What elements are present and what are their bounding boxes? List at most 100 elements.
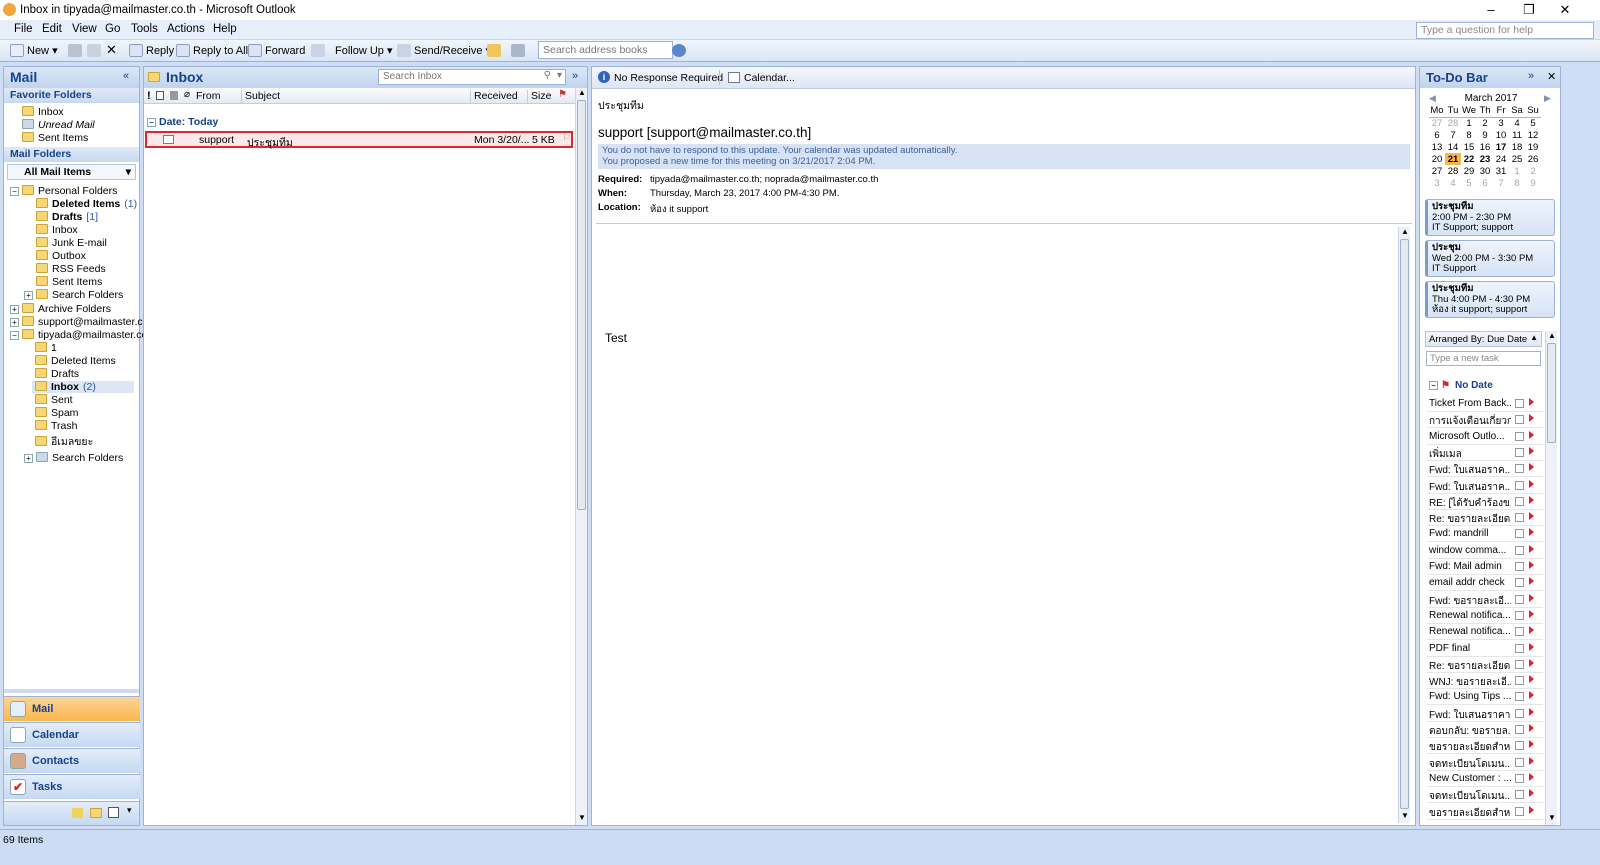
task-item[interactable]: Fwd: ใบเสนอราค... [1427, 478, 1543, 494]
message-row[interactable]: support ประชุมทีม Mon 3/20/... 5 KB ⚐ [145, 131, 573, 149]
scroll-up-icon[interactable]: ▲ [578, 88, 586, 97]
task-flag-icon[interactable] [1529, 495, 1534, 504]
expand-query-icon[interactable]: » [572, 70, 578, 82]
task-item[interactable]: ขอรายละเอียดสำห... [1427, 804, 1543, 820]
menu-edit[interactable]: Edit [42, 23, 62, 35]
task-flag-icon[interactable] [1529, 561, 1534, 569]
task-flag-icon[interactable] [1529, 577, 1534, 586]
tree-tipyada-folder[interactable]: Drafts [35, 368, 79, 380]
task-flag-icon[interactable] [1529, 740, 1534, 749]
task-item[interactable]: RE: [ได้รับคำร้องข... [1427, 494, 1543, 510]
restore-button[interactable]: ❐ [1514, 2, 1544, 18]
arranged-by-header[interactable]: Arranged By: Due Date ▲ [1425, 331, 1542, 347]
calendar-day[interactable]: 25 [1509, 153, 1525, 165]
no-response-required-button[interactable]: No Response Required [614, 72, 723, 84]
calendar-button[interactable]: Calendar... [744, 72, 795, 84]
calendar-day[interactable]: 8 [1461, 129, 1477, 141]
task-complete-checkbox[interactable] [1515, 399, 1524, 408]
task-item[interactable]: Renewal notifica... [1427, 608, 1543, 624]
calendar-day[interactable]: 5 [1525, 117, 1541, 129]
importance-column-icon[interactable]: ! [147, 90, 151, 102]
task-complete-checkbox[interactable] [1515, 773, 1524, 783]
calendar-day[interactable]: 24 [1493, 153, 1509, 165]
task-complete-checkbox[interactable] [1515, 562, 1524, 571]
calendar-day[interactable]: 28 [1445, 165, 1461, 177]
scroll-down-icon[interactable]: ▼ [578, 813, 586, 822]
calendar-day[interactable]: 13 [1429, 141, 1445, 153]
tree-support-account[interactable]: + support@mailmaster.co [10, 316, 148, 328]
mail-folders-header[interactable]: Mail Folders [4, 147, 139, 162]
categorize-button[interactable] [311, 44, 328, 57]
calendar-day[interactable]: 4 [1445, 177, 1461, 189]
address-book-search-input[interactable]: Search address books [538, 41, 673, 59]
calendar-day[interactable]: 28 [1445, 117, 1461, 129]
folder-list-icon[interactable] [90, 808, 102, 818]
size-column-header[interactable]: Size [527, 90, 551, 104]
new-task-input[interactable]: Type a new task [1426, 351, 1541, 366]
task-complete-checkbox[interactable] [1515, 757, 1524, 767]
task-flag-icon[interactable] [1529, 512, 1534, 521]
calendar-day[interactable]: 19 [1525, 141, 1541, 153]
menu-file[interactable]: File [14, 23, 33, 35]
task-flag-icon[interactable] [1529, 707, 1534, 716]
nav-button-mail[interactable]: Mail [4, 696, 140, 721]
tree-search-folders-2[interactable]: + Search Folders [24, 452, 123, 464]
print-button[interactable] [68, 44, 85, 57]
calendar-day[interactable]: 14 [1445, 141, 1461, 153]
task-complete-checkbox[interactable] [1515, 725, 1524, 734]
reminder-column-icon[interactable] [170, 91, 178, 100]
calendar-day[interactable]: 2 [1525, 165, 1541, 177]
task-complete-checkbox[interactable] [1515, 659, 1524, 669]
collapse-nav-icon[interactable]: « [123, 70, 129, 82]
favorite-unread-mail[interactable]: Unread Mail [22, 119, 95, 131]
task-item[interactable]: จดทะเบียนโดเมน... [1427, 755, 1543, 771]
calendar-day[interactable]: 29 [1461, 165, 1477, 177]
calendar-day[interactable]: 31 [1493, 165, 1509, 177]
task-flag-icon[interactable] [1529, 658, 1534, 667]
calendar-day[interactable]: 1 [1461, 117, 1477, 129]
task-complete-checkbox[interactable] [1515, 610, 1524, 620]
scroll-down-icon[interactable]: ▼ [1548, 813, 1556, 822]
help-button[interactable] [672, 44, 689, 57]
task-flag-icon[interactable] [1529, 463, 1534, 472]
task-item[interactable]: Re: ขอรายละเอียด... [1427, 657, 1543, 673]
follow-up-button[interactable]: Follow Up ▾ [335, 44, 392, 57]
calendar-day[interactable]: 20 [1429, 153, 1445, 165]
task-item[interactable]: window comma... [1427, 543, 1543, 559]
tree-personal-folders[interactable]: − Personal Folders [10, 185, 117, 197]
task-item[interactable]: Fwd: ใบเสนอราค... [1427, 461, 1543, 478]
calendar-day[interactable]: 9 [1477, 129, 1493, 141]
calendar-day[interactable]: 23 [1477, 153, 1493, 165]
task-complete-checkbox[interactable] [1515, 578, 1524, 588]
shortcuts-icon[interactable] [108, 807, 119, 818]
task-flag-icon[interactable] [1529, 756, 1534, 765]
move-button[interactable] [87, 44, 104, 57]
task-complete-checkbox[interactable] [1515, 513, 1524, 523]
task-flag-icon[interactable] [1529, 544, 1534, 553]
task-complete-checkbox[interactable] [1515, 594, 1524, 604]
group-header-today[interactable]: − Date: Today [147, 116, 218, 128]
task-item[interactable]: New Customer : ... [1427, 771, 1543, 787]
calendar-day[interactable]: 1 [1509, 165, 1525, 177]
send-receive-button[interactable]: Send/Receive ▾ [397, 44, 491, 57]
task-complete-checkbox[interactable] [1515, 692, 1524, 702]
task-flag-icon[interactable] [1529, 479, 1534, 488]
task-item[interactable]: Fwd: Mail admin [1427, 559, 1543, 575]
calendar-day[interactable]: 6 [1429, 129, 1445, 141]
search-inbox-input[interactable]: Search Inbox ⚲ ▾ [378, 69, 566, 85]
calendar-day[interactable]: 6 [1477, 177, 1493, 189]
tree-tipyada-folder[interactable]: Sent [35, 394, 73, 406]
calendar-day[interactable]: 10 [1493, 129, 1509, 141]
tree-personal-rss-feeds[interactable]: RSS Feeds [36, 263, 106, 275]
scroll-down-icon[interactable]: ▼ [1401, 811, 1409, 820]
nav-splitter[interactable] [4, 689, 139, 693]
task-item[interactable]: Fwd: Using Tips ... [1427, 689, 1543, 706]
tree-personal-deleted-items[interactable]: Deleted Items (1) [36, 198, 137, 210]
tree-personal-drafts[interactable]: Drafts [1] [36, 211, 98, 223]
prev-month-icon[interactable]: ◀ [1429, 93, 1436, 104]
nav-button-contacts[interactable]: Contacts [4, 748, 140, 773]
tree-personal-inbox[interactable]: Inbox [36, 224, 78, 236]
menu-actions[interactable]: Actions [167, 23, 205, 35]
task-complete-checkbox[interactable] [1515, 790, 1524, 800]
menu-help[interactable]: Help [213, 23, 237, 35]
